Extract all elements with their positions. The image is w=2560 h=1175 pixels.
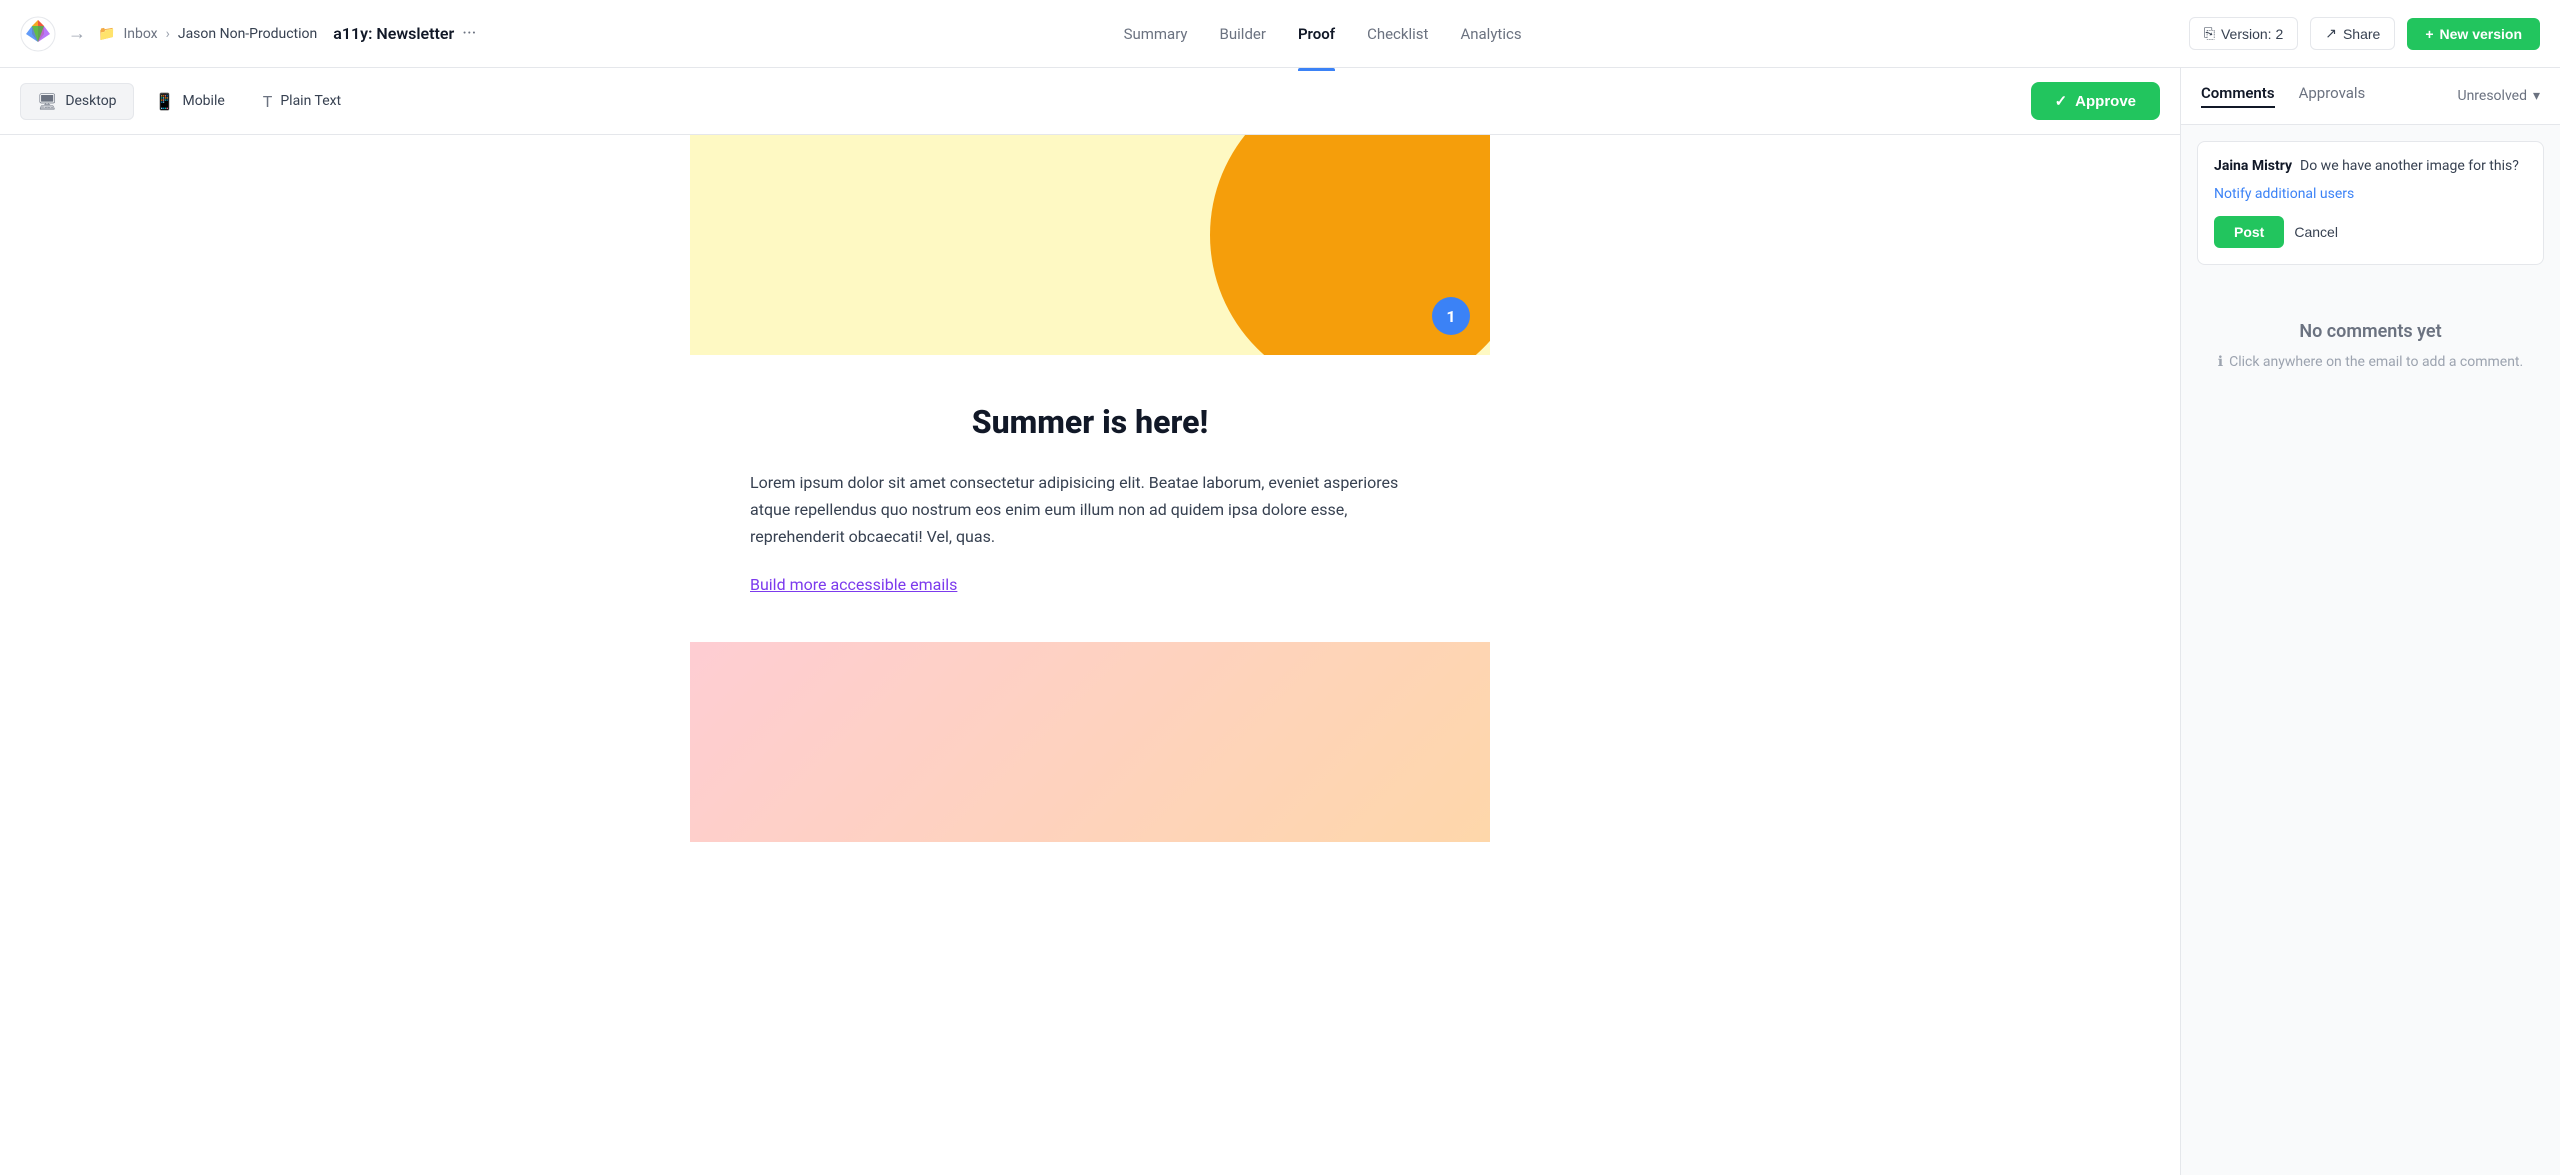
comment-body-text: Do we have another image for this? bbox=[2300, 158, 2519, 174]
no-comments-section: No comments yet ℹ Click anywhere on the … bbox=[2181, 281, 2560, 410]
approve-button[interactable]: ✓ Approve bbox=[2031, 82, 2160, 120]
nav-forward-icon: → bbox=[68, 23, 86, 44]
content-panel: 🖥 Desktop 📱 Mobile T Plain Text ✓ Approv… bbox=[0, 68, 2180, 1175]
text-icon: T bbox=[263, 92, 273, 111]
sidebar-header: Comments Approvals Unresolved ▾ bbox=[2181, 68, 2560, 125]
nav-right-actions: ⎘ Version: 2 ↗ Share + New version bbox=[2189, 17, 2540, 50]
sidebar-tab-comments[interactable]: Comments bbox=[2201, 84, 2275, 108]
share-button[interactable]: ↗ Share bbox=[2310, 17, 2395, 50]
comment-header: Jaina Mistry Do we have another image fo… bbox=[2214, 158, 2527, 174]
sidebar-status-filter[interactable]: Unresolved ▾ bbox=[2457, 88, 2540, 104]
email-body-text: Lorem ipsum dolor sit amet consectetur a… bbox=[750, 469, 1430, 551]
main-navigation: Summary Builder Proof Checklist Analytic… bbox=[1124, 21, 1522, 47]
breadcrumb-separator: › bbox=[166, 26, 170, 42]
email-banner-yellow: 1 bbox=[690, 135, 1490, 355]
email-link[interactable]: Build more accessible emails bbox=[750, 575, 957, 594]
email-banner-pink bbox=[690, 642, 1490, 842]
plus-icon: + bbox=[2425, 26, 2433, 42]
check-icon: ✓ bbox=[2055, 92, 2068, 110]
document-more-button[interactable]: ··· bbox=[462, 23, 476, 44]
mobile-tab-label: Mobile bbox=[182, 93, 224, 109]
email-content: 1 Summer is here! Lorem ipsum dolor sit … bbox=[690, 135, 1490, 842]
nav-checklist[interactable]: Checklist bbox=[1367, 21, 1428, 47]
no-comments-hint: ℹ Click anywhere on the email to add a c… bbox=[2205, 354, 2536, 370]
cancel-comment-button[interactable]: Cancel bbox=[2294, 224, 2338, 240]
plain-text-tab-label: Plain Text bbox=[280, 93, 341, 109]
app-logo bbox=[20, 16, 56, 52]
plain-text-view-tab[interactable]: T Plain Text bbox=[246, 83, 358, 120]
email-text-section: Summer is here! Lorem ipsum dolor sit am… bbox=[690, 355, 1490, 642]
top-navigation: → 📁 Inbox › Jason Non-Production a11y: N… bbox=[0, 0, 2560, 68]
comment-pin-number: 1 bbox=[1446, 307, 1455, 326]
share-icon: ↗ bbox=[2325, 25, 2337, 42]
commenter-name: Jaina Mistry bbox=[2214, 158, 2292, 174]
right-sidebar: Comments Approvals Unresolved ▾ Jaina Mi… bbox=[2180, 68, 2560, 1175]
nav-builder[interactable]: Builder bbox=[1220, 21, 1266, 47]
mobile-view-tab[interactable]: 📱 Mobile bbox=[138, 83, 242, 120]
no-comments-title: No comments yet bbox=[2205, 321, 2536, 342]
email-heading: Summer is here! bbox=[750, 403, 1430, 441]
comment-actions: Post Cancel bbox=[2214, 216, 2527, 248]
new-version-button[interactable]: + New version bbox=[2407, 18, 2540, 50]
status-label: Unresolved bbox=[2457, 88, 2526, 104]
sidebar-tabs: Comments Approvals bbox=[2201, 84, 2365, 108]
view-toolbar: 🖥 Desktop 📱 Mobile T Plain Text ✓ Approv… bbox=[0, 68, 2180, 135]
new-version-label: New version bbox=[2440, 26, 2522, 42]
version-label: Version: 2 bbox=[2221, 26, 2283, 42]
no-comments-hint-text: Click anywhere on the email to add a com… bbox=[2229, 354, 2523, 370]
breadcrumb-workspace[interactable]: Jason Non-Production bbox=[178, 26, 317, 42]
view-tabs: 🖥 Desktop 📱 Mobile T Plain Text bbox=[20, 83, 358, 120]
comment-card: Jaina Mistry Do we have another image fo… bbox=[2197, 141, 2544, 265]
desktop-view-tab[interactable]: 🖥 Desktop bbox=[20, 83, 134, 120]
share-label: Share bbox=[2343, 26, 2380, 42]
post-comment-button[interactable]: Post bbox=[2214, 216, 2284, 248]
notify-additional-users-link[interactable]: Notify additional users bbox=[2214, 186, 2527, 202]
desktop-icon: 🖥 bbox=[37, 92, 57, 111]
breadcrumb-inbox[interactable]: Inbox bbox=[123, 26, 157, 42]
email-preview[interactable]: 1 Summer is here! Lorem ipsum dolor sit … bbox=[0, 135, 2180, 1175]
document-title: a11y: Newsletter bbox=[333, 24, 454, 43]
nav-summary[interactable]: Summary bbox=[1124, 21, 1188, 47]
nav-proof[interactable]: Proof bbox=[1298, 21, 1335, 47]
folder-icon: 📁 bbox=[98, 26, 115, 42]
info-icon: ℹ bbox=[2218, 354, 2223, 370]
main-area: 🖥 Desktop 📱 Mobile T Plain Text ✓ Approv… bbox=[0, 68, 2560, 1175]
comment-pin-1[interactable]: 1 bbox=[1432, 297, 1470, 335]
breadcrumb: 📁 Inbox › Jason Non-Production bbox=[98, 26, 317, 42]
nav-analytics[interactable]: Analytics bbox=[1460, 21, 1521, 47]
desktop-tab-label: Desktop bbox=[65, 93, 116, 109]
version-icon: ⎘ bbox=[2204, 25, 2215, 42]
version-button[interactable]: ⎘ Version: 2 bbox=[2189, 17, 2298, 50]
chevron-down-icon: ▾ bbox=[2533, 88, 2540, 104]
approve-label: Approve bbox=[2075, 93, 2136, 110]
sidebar-tab-approvals[interactable]: Approvals bbox=[2299, 84, 2366, 108]
mobile-icon: 📱 bbox=[155, 92, 175, 111]
